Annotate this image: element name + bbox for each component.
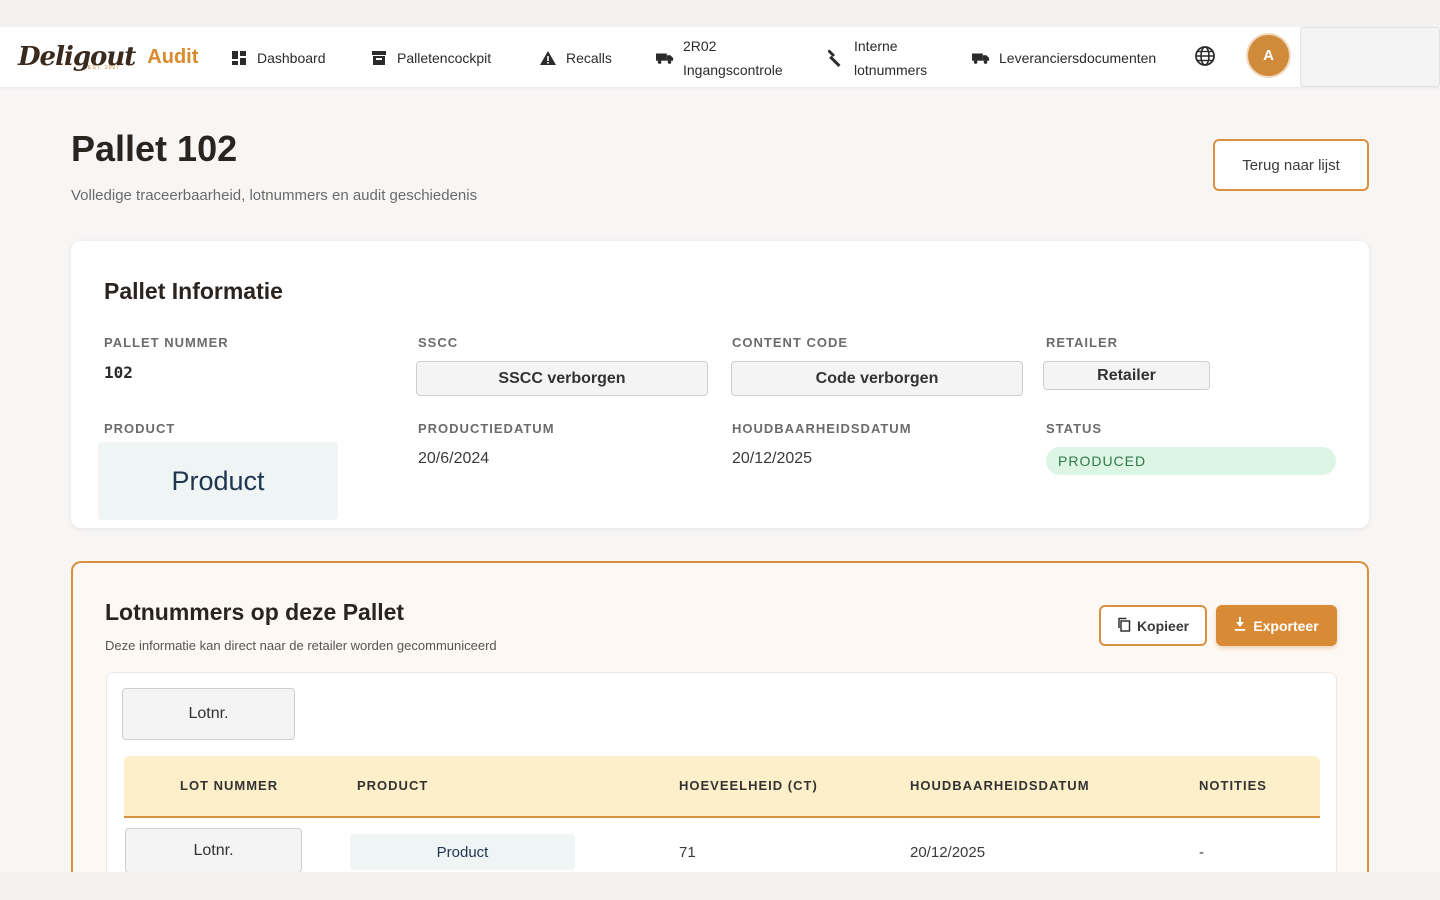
status-label: STATUS (1046, 421, 1103, 436)
nav-label: Dashboard (257, 49, 326, 66)
nav-label: Leveranciersdocumenten (999, 49, 1157, 66)
nav-label: Recalls (566, 49, 612, 66)
nav-item-palletencockpit[interactable]: Palletencockpit (370, 27, 491, 88)
production-date-value: 20/6/2024 (418, 450, 490, 467)
lot-number-cell[interactable]: Lotnr. (125, 828, 302, 873)
export-button-label: Exporteer (1253, 617, 1319, 634)
pallet-info-card: Pallet Informatie PALLET NUMMER 102 SSCC… (71, 241, 1369, 528)
nav-item-interne-lotnummers[interactable]: Interne lotnummers (827, 27, 927, 88)
pallet-info-title: Pallet Informatie (104, 278, 283, 304)
status-badge: PRODUCED (1046, 447, 1336, 475)
content-code-hidden-field[interactable]: Code verborgen (731, 361, 1023, 396)
column-header-product[interactable]: PRODUCT (357, 778, 428, 793)
lots-subtitle: Deze informatie kan direct naar de retai… (105, 638, 497, 653)
lots-card: Lotnummers op deze Pallet Deze informati… (71, 561, 1369, 900)
sscc-hidden-field[interactable]: SSCC verborgen (416, 361, 708, 396)
nav-label-line1: Interne (854, 37, 898, 54)
column-header-lot-nummer[interactable]: LOT NUMMER (180, 778, 278, 793)
notes-cell: - (1199, 844, 1204, 861)
truck-icon (972, 49, 990, 67)
column-header-hoeveelheid[interactable]: HOEVEELHEID (CT) (679, 778, 818, 793)
production-date-label: PRODUCTIEDATUM (418, 421, 555, 436)
archive-box-icon (370, 49, 388, 67)
truck-icon (656, 49, 674, 67)
language-globe-icon[interactable] (1194, 45, 1216, 67)
expiry-cell: 20/12/2025 (910, 844, 986, 861)
nav-item-dashboard[interactable]: Dashboard (230, 27, 326, 88)
nav-label: 2R02 Ingangscontrole (683, 34, 783, 82)
export-button[interactable]: Exporteer (1216, 605, 1337, 646)
lots-table-container: Lotnr. LOT NUMMER PRODUCT HOEVEELHEID (C… (106, 672, 1337, 900)
lots-title: Lotnummers op deze Pallet (105, 599, 405, 625)
retailer-label: RETAILER (1046, 335, 1119, 350)
brand-logo[interactable]: Deligout EST. 2007 Audit (18, 37, 198, 77)
sscc-label: SSCC (418, 335, 459, 350)
user-avatar[interactable]: A (1248, 35, 1289, 76)
product-value: Product (98, 442, 338, 520)
page-subtitle: Volledige traceerbaarheid, lotnummers en… (71, 187, 478, 204)
content-code-label: CONTENT CODE (732, 335, 848, 350)
copy-button-label: Kopieer (1136, 617, 1190, 634)
quantity-cell: 71 (679, 844, 696, 861)
nav-item-leveranciersdocumenten[interactable]: Leveranciersdocumenten (972, 27, 1156, 88)
expiry-date-value: 20/12/2025 (732, 450, 813, 467)
user-menu-box[interactable] (1300, 27, 1440, 87)
lot-filter-field[interactable]: Lotnr. (122, 688, 295, 740)
pallet-number-label: PALLET NUMMER (104, 335, 229, 350)
table-row[interactable]: Lotnr. Product 71 20/12/2025 - (124, 820, 1320, 880)
nav-label-line2: Ingangscontrole (683, 61, 783, 78)
column-header-notities[interactable]: NOTITIES (1199, 778, 1267, 793)
nav-label-line2: lotnummers (854, 61, 928, 78)
dashboard-icon (230, 49, 248, 67)
copy-icon (1117, 617, 1131, 635)
app-name: Audit (147, 45, 199, 68)
wrench-icon (827, 49, 845, 67)
back-to-list-button[interactable]: Terug naar lijst (1213, 139, 1369, 191)
top-navbar: Deligout EST. 2007 Audit Dashboard Palle… (0, 27, 1440, 88)
nav-label: Interne lotnummers (854, 34, 927, 82)
copy-button[interactable]: Kopieer (1099, 605, 1207, 646)
nav-item-ingangscontrole[interactable]: 2R02 Ingangscontrole (656, 27, 783, 88)
product-cell: Product (350, 834, 575, 870)
pallet-number-value: 102 (104, 363, 133, 382)
product-label: PRODUCT (104, 421, 176, 436)
logo-tagline: EST. 2007 (88, 65, 121, 71)
warning-icon (539, 49, 557, 67)
page-title: Pallet 102 (71, 128, 238, 169)
column-header-houdbaarheidsdatum[interactable]: HOUDBAARHEIDSDATUM (910, 778, 1090, 793)
download-icon (1234, 617, 1246, 634)
lots-table-header: LOT NUMMER PRODUCT HOEVEELHEID (CT) HOUD… (124, 756, 1320, 818)
browser-bottom-strip (0, 872, 1440, 900)
nav-label-line1: 2R02 (683, 37, 717, 54)
nav-item-recalls[interactable]: Recalls (539, 27, 612, 88)
expiry-date-label: HOUDBAARHEIDSDATUM (732, 421, 912, 436)
browser-top-strip (0, 0, 1440, 27)
nav-label: Palletencockpit (397, 49, 492, 66)
retailer-hidden-field[interactable]: Retailer (1043, 361, 1210, 390)
